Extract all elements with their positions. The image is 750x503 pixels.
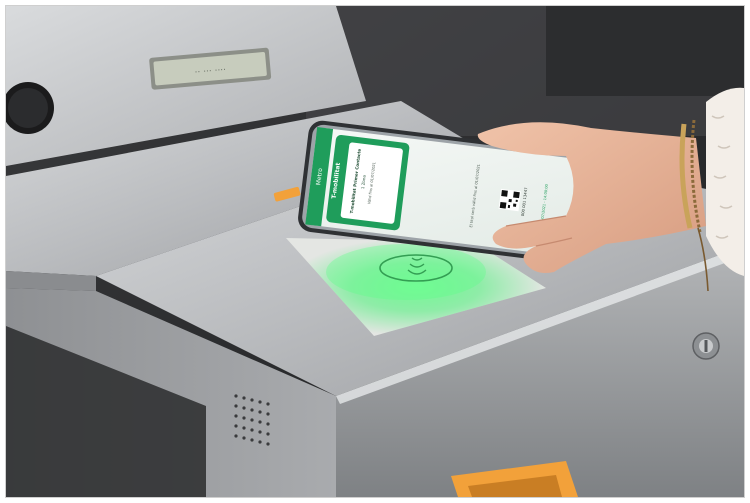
qr-code-icon [498, 188, 521, 212]
photo-frame: ·· ··· ···· Metro T-mobilitat T-mobilita… [0, 0, 750, 503]
turnstile-photo: ·· ··· ···· Metro T-mobilitat T-mobilita… [6, 6, 744, 497]
key-lock [692, 332, 720, 360]
